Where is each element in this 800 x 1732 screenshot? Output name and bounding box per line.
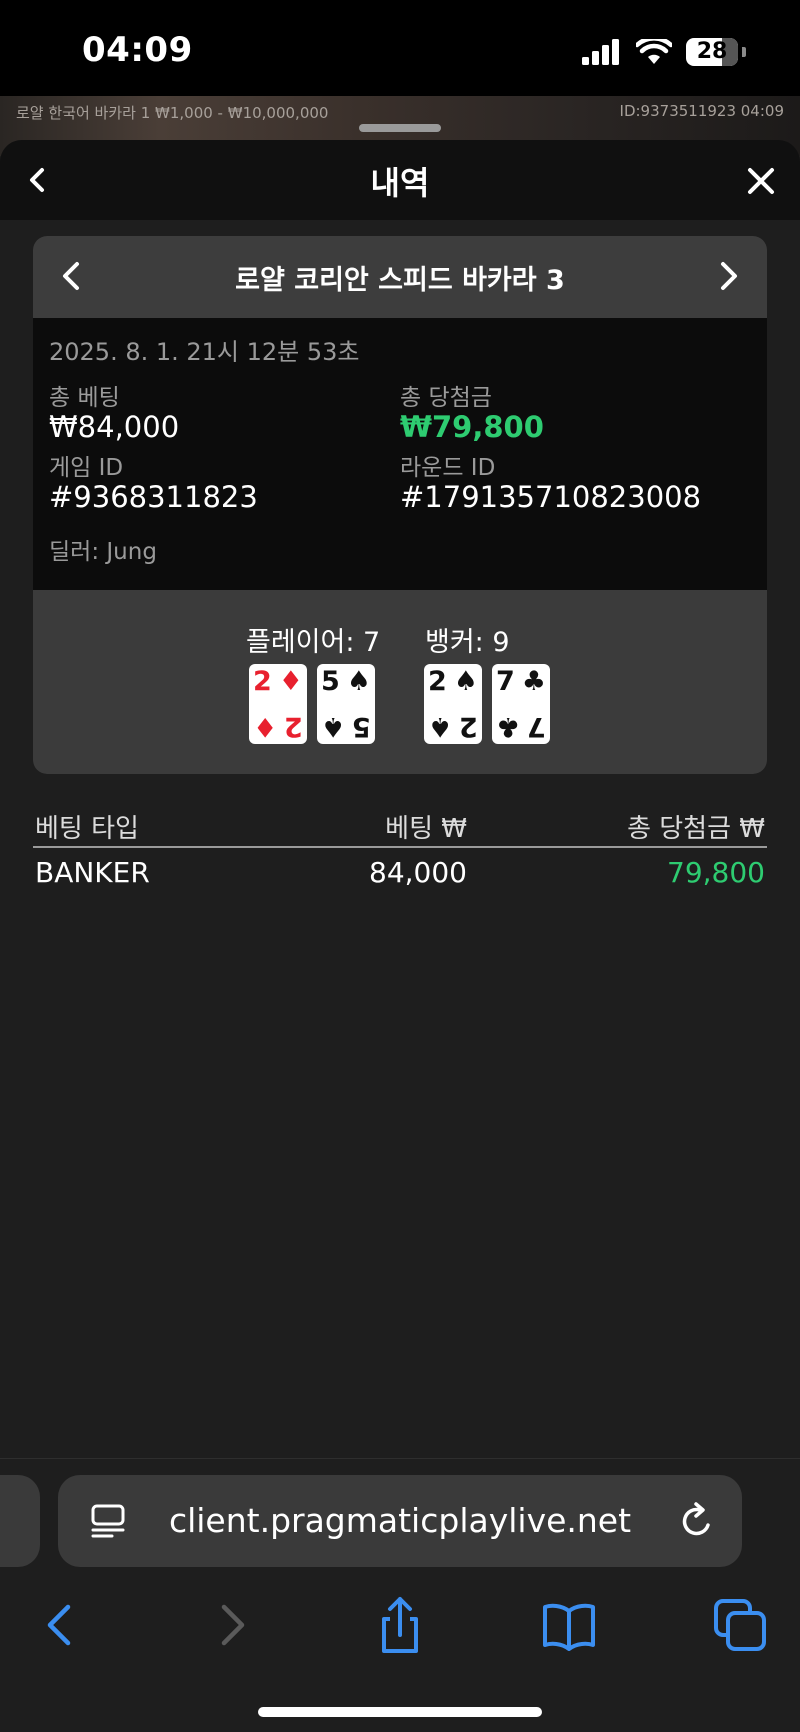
card-suit-icon: ♦	[278, 666, 303, 697]
status-bar: 04:09 28	[0, 0, 800, 96]
sheet-grabber[interactable]	[359, 124, 441, 132]
sheet-header: 내역	[0, 140, 800, 220]
close-icon[interactable]	[744, 164, 778, 198]
card-suit-icon: ♠	[453, 666, 478, 697]
card-suit-icon-inverted: ♠	[321, 711, 346, 742]
win-amount-cell: 79,800	[667, 856, 765, 889]
player-card-1: 2 ♦ 2 ♦	[249, 664, 307, 744]
card-rank-inverted: 5	[352, 711, 371, 742]
round-id-label: 라운드 ID	[400, 455, 496, 481]
session-info: ID:9373511923 04:09	[619, 102, 784, 120]
address-bar[interactable]: client.pragmaticplaylive.net	[58, 1475, 742, 1567]
banker-score: 뱅커: 9	[425, 627, 510, 658]
browser-chrome: client.pragmaticplaylive.net	[0, 1458, 800, 1732]
round-id-value: #179135710823008	[400, 480, 702, 514]
card-suit-icon-inverted: ♦	[253, 711, 278, 742]
card-rank: 2	[253, 666, 272, 697]
banker-card-2: 7 ♣ 7 ♣	[492, 664, 550, 744]
card-suit-icon: ♣	[521, 666, 546, 697]
game-id-label: 게임 ID	[49, 455, 124, 481]
card-suit-icon-inverted: ♣	[496, 711, 521, 742]
card-suit-icon: ♠	[346, 666, 371, 697]
round-navigator: 로얄 코리안 스피드 바카라 3	[33, 236, 767, 318]
history-sheet: 내역 로얄 코리안 스피드 바카라 3 2025. 8. 1. 21시 12분 …	[0, 140, 800, 1458]
home-indicator	[258, 1707, 542, 1717]
round-date: 2025. 8. 1. 21시 12분 53초	[49, 338, 360, 366]
round-detail-card: 로얄 코리안 스피드 바카라 3 2025. 8. 1. 21시 12분 53초…	[33, 236, 767, 774]
battery-level: 28	[696, 39, 728, 64]
share-icon[interactable]	[370, 1595, 430, 1655]
reload-icon[interactable]	[678, 1501, 716, 1541]
total-win-label: 총 당첨금	[400, 385, 492, 411]
bets-table-header: 베팅 타입 베팅 ₩ 총 당첨금 ₩	[33, 808, 767, 848]
game-id-value: #9368311823	[49, 480, 258, 514]
table-row: BANKER 84,000 79,800	[33, 852, 767, 896]
bet-amount-cell: 84,000	[369, 856, 467, 889]
total-bet-label: 총 베팅	[49, 385, 120, 411]
column-bet-amount: 베팅 ₩	[385, 814, 467, 844]
card-suit-icon-inverted: ♠	[428, 711, 453, 742]
table-info: 로얄 한국어 바카라 1 ₩1,000 - ₩10,000,000	[16, 104, 329, 122]
card-rank-inverted: 2	[284, 711, 303, 742]
player-card-2: 5 ♠ 5 ♠	[317, 664, 375, 744]
cellular-signal-icon	[582, 39, 619, 65]
card-rank-inverted: 2	[459, 711, 478, 742]
status-time: 04:09	[82, 30, 193, 70]
banker-card-1: 2 ♠ 2 ♠	[424, 664, 482, 744]
total-win-value: ₩79,800	[400, 410, 544, 444]
previous-tab-peek[interactable]	[0, 1475, 40, 1567]
card-rank: 2	[428, 666, 447, 697]
next-round-icon[interactable]	[715, 258, 743, 294]
card-rank: 7	[496, 666, 515, 697]
page-title: 내역	[370, 164, 430, 202]
dealer-name: 딜러: Jung	[49, 539, 157, 565]
column-win-amount: 총 당첨금 ₩	[627, 814, 765, 844]
forward-arrow-icon[interactable]	[202, 1595, 262, 1655]
battery-icon: 28	[686, 38, 738, 66]
round-result: 플레이어: 7 뱅커: 9 2 ♦ 2 ♦ 5 ♠ 5 ♠ 2 ♠ 2 ♠ 7 ♣ 7 ♣	[33, 590, 767, 774]
bet-type-cell: BANKER	[35, 856, 150, 889]
wifi-icon	[636, 39, 672, 64]
card-rank-inverted: 7	[527, 711, 546, 742]
back-arrow-icon[interactable]	[30, 1595, 90, 1655]
url-text: client.pragmaticplaylive.net	[168, 1501, 632, 1540]
status-icons: 28	[582, 38, 746, 66]
total-bet-value: ₩84,000	[49, 410, 180, 444]
game-title: 로얄 코리안 스피드 바카라 3	[235, 265, 565, 296]
card-rank: 5	[321, 666, 340, 697]
round-info: 2025. 8. 1. 21시 12분 53초 총 베팅 ₩84,000 총 당…	[33, 318, 767, 590]
bookmarks-icon[interactable]	[539, 1595, 599, 1655]
tabs-icon[interactable]	[710, 1595, 770, 1655]
player-score: 플레이어: 7	[246, 627, 381, 658]
column-bet-type: 베팅 타입	[35, 814, 139, 844]
